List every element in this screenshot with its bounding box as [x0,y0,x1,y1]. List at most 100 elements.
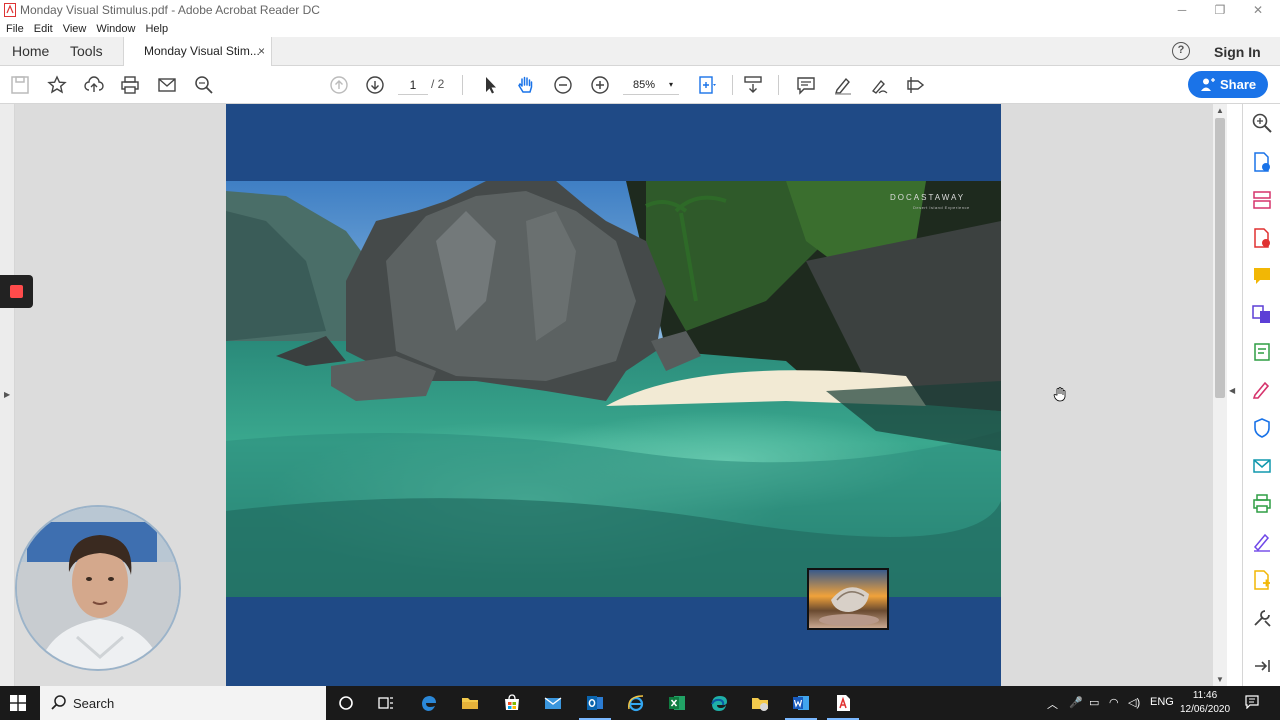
highlight-pen-icon[interactable] [833,75,853,95]
comment-tool-icon[interactable] [1251,265,1273,287]
file-explorer-icon[interactable] [460,693,480,713]
hand-tool-icon[interactable] [516,75,536,95]
menu-view[interactable]: View [63,23,87,35]
microphone-icon[interactable]: 🎤 [1069,696,1083,709]
downloads-folder-icon[interactable] [750,693,770,713]
tab-tools[interactable]: Tools [70,37,103,65]
stop-recording-button[interactable] [0,275,33,308]
add-person-icon [1201,78,1215,91]
right-tools-pane [1242,104,1280,686]
help-icon[interactable]: ? [1172,42,1190,60]
excel-icon[interactable] [667,693,687,713]
previous-page-icon[interactable] [329,75,349,95]
organize-pages-icon[interactable] [1251,189,1273,211]
clock-date: 12/06/2020 [1179,704,1231,715]
stop-icon [10,285,23,298]
word-icon[interactable] [785,693,817,720]
toolbar: 1 / 2 85% ▾ [0,66,1280,104]
webcam-overlay [15,505,181,671]
collapse-tools-icon[interactable] [1251,655,1273,677]
cortana-icon[interactable] [336,693,356,713]
internet-explorer-icon[interactable] [626,693,646,713]
menu-file[interactable]: File [6,23,24,35]
print-production-icon[interactable] [1251,493,1273,515]
email-icon[interactable] [157,75,177,95]
taskbar-search-box[interactable]: Search [40,686,326,720]
send-for-review-icon[interactable] [1251,455,1273,477]
sign-pen-icon[interactable] [869,75,889,95]
create-pdf-icon[interactable] [1251,227,1273,249]
bookmark-star-icon[interactable] [47,75,67,95]
windows-start-icon[interactable] [10,695,26,711]
task-view-icon[interactable] [376,693,396,713]
scroll-up-icon[interactable]: ▲ [1216,106,1224,115]
zoom-search-icon[interactable] [1251,112,1273,134]
zoom-level-select[interactable]: 85% ▾ [623,75,679,95]
docastaway-tagline: Desert Island Experience [913,205,970,210]
docastaway-logo: DOCASTAWAY [890,193,966,202]
zoom-in-icon[interactable] [590,75,610,95]
microsoft-store-icon[interactable] [502,693,522,713]
title-bar: Monday Visual Stimulus.pdf - Adobe Acrob… [0,0,1280,20]
volume-icon[interactable]: ◁) [1128,696,1140,709]
zoom-out-icon[interactable] [553,75,573,95]
vertical-scrollbar[interactable]: ▲ ▼ [1213,104,1227,686]
sign-in-link[interactable]: Sign In [1214,44,1261,60]
share-button[interactable]: Share [1188,71,1268,98]
comment-icon[interactable] [796,75,816,95]
collapse-right-pane-icon[interactable]: ◀ [1229,386,1235,395]
share-button-label: Share [1220,77,1257,92]
close-window-button[interactable]: ✕ [1238,0,1278,20]
protect-shield-icon[interactable] [1251,417,1273,439]
maximize-button[interactable]: ❐ [1200,0,1240,20]
input-language[interactable]: ENG [1150,696,1174,708]
menu-window[interactable]: Window [96,23,135,35]
show-hidden-icons-icon[interactable]: ︿ [1047,696,1058,712]
save-icon[interactable] [10,75,30,95]
next-page-icon[interactable] [365,75,385,95]
more-tools-icon[interactable] [906,75,926,95]
edge-legacy-icon[interactable] [419,693,439,713]
tab-home[interactable]: Home [12,37,49,65]
edit-pen-icon[interactable] [1251,379,1273,401]
edge-icon[interactable] [709,693,729,713]
menu-help[interactable]: Help [145,23,168,35]
outlook-icon[interactable] [579,693,611,720]
export-pdf-icon[interactable] [1251,151,1273,173]
acrobat-reader-icon[interactable] [827,693,859,720]
tab-bar: Home Tools Monday Visual Stim... × ? Sig… [0,37,1280,66]
menu-edit[interactable]: Edit [34,23,53,35]
windows-taskbar: Search ︿ 🎤 ▭ ◠ ◁) ENG 11:46 12/06/2020 [0,686,1280,720]
wifi-icon[interactable]: ◠ [1109,696,1119,709]
fit-page-icon[interactable] [697,75,717,95]
scrollbar-thumb[interactable] [1215,118,1225,398]
action-center-icon[interactable] [1245,695,1259,709]
tab-document[interactable]: Monday Visual Stim... × [123,37,272,66]
search-icon [51,695,66,710]
system-clock[interactable]: 11:46 12/06/2020 [1177,689,1233,717]
select-cursor-icon[interactable] [480,75,500,95]
combine-files-icon[interactable] [1251,303,1273,325]
mail-icon[interactable] [543,693,563,713]
scroll-mode-icon[interactable] [743,75,763,95]
acrobat-icon [4,3,16,17]
signature-icon[interactable] [1251,531,1273,553]
tab-close-icon[interactable]: × [258,37,265,65]
taskbar-search-placeholder: Search [73,696,115,711]
fill-sign-icon[interactable] [1251,341,1273,363]
find-magnifier-icon[interactable] [194,75,214,95]
upload-cloud-icon[interactable] [84,75,104,95]
scroll-down-icon[interactable]: ▼ [1216,675,1224,684]
chevron-down-icon: ▾ [668,80,673,89]
left-navigation-rail[interactable]: ▶ [0,104,15,686]
tools-wrench-icon[interactable] [1251,607,1273,629]
minimize-button[interactable]: ─ [1162,0,1202,20]
menu-bar: File Edit View Window Help [0,20,1280,37]
expand-left-pane-icon[interactable]: ▶ [4,390,10,399]
toolbar-divider [732,75,733,95]
prepare-form-icon[interactable] [1251,569,1273,591]
print-icon[interactable] [120,75,140,95]
page-number-input[interactable]: 1 [398,75,428,95]
window-title: Monday Visual Stimulus.pdf - Adobe Acrob… [20,3,320,17]
battery-icon[interactable]: ▭ [1089,696,1099,709]
